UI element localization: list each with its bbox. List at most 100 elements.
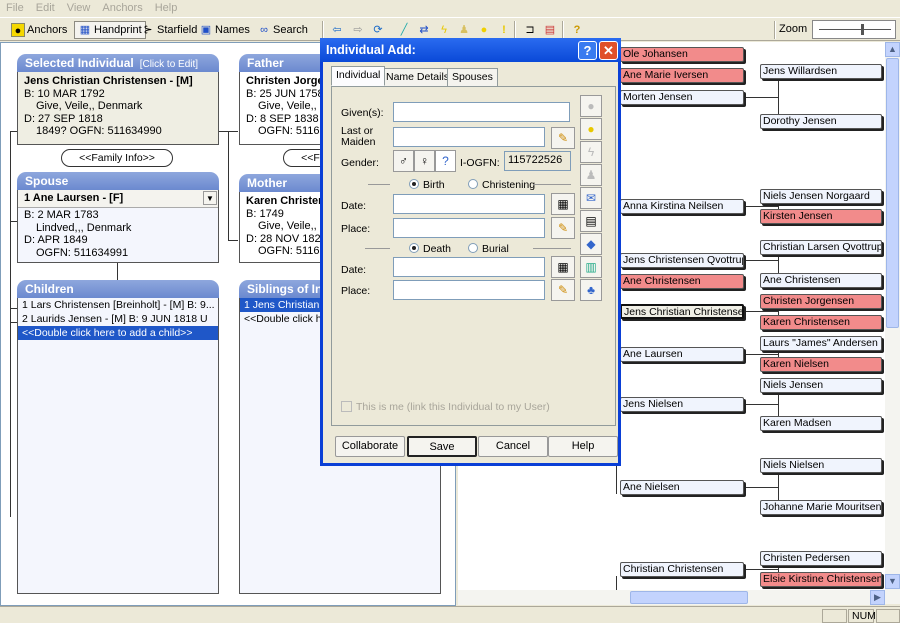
vertical-scrollbar[interactable]: ▲ ▼ [885,42,900,604]
tab-spouses[interactable]: Spouses [447,68,498,86]
dialog-help-icon[interactable]: ? [578,41,597,60]
tree-node[interactable]: Ane Christensen [620,274,744,289]
back-button[interactable]: ⇦ [327,21,347,39]
scroll-up-button[interactable]: ▲ [885,42,900,57]
scroll-down-button[interactable]: ▼ [885,574,900,589]
gender-female-button[interactable]: ♀ [414,150,435,172]
tree-node[interactable]: Karen Christensen [760,315,882,330]
tree-node[interactable]: Jens Christensen Qvottrup [620,253,744,268]
chevron-down-icon[interactable]: ▼ [203,191,217,205]
tree-node[interactable]: Christen Jorgensen [760,294,882,309]
last-name-input[interactable] [393,127,545,147]
given-names-input[interactable] [393,102,570,122]
tree-node[interactable]: Christian Christensen [620,562,744,577]
tab-name-details[interactable]: Name Details [381,68,455,86]
add-child-row[interactable]: <<Double click here to add a child>> [18,326,218,340]
calculator-button[interactable]: ▤ [580,210,602,232]
tree-node[interactable]: Karen Madsen [760,416,882,431]
zoom-slider[interactable] [812,20,896,39]
couple-button[interactable]: ♟ [580,164,602,186]
dialog-help-button[interactable]: Help [548,436,618,457]
tree-node[interactable]: Ane Christensen [760,273,882,288]
tree-node[interactable]: Christen Pedersen [760,551,882,566]
tree-node[interactable]: Jens Willardsen [760,64,882,79]
tree-node[interactable]: Anna Kirstina Neilsen [620,199,744,214]
death-date-calendar-button[interactable]: ▦ [551,256,575,278]
tree-node[interactable]: Karen Nielsen [760,357,882,372]
lightbulb-off-button[interactable]: ● [580,95,602,117]
notes-button[interactable]: ✉ [580,187,602,209]
child-row[interactable]: 1 Lars Christensen [Breinholt] - [M] B: … [18,298,218,312]
handprint-button[interactable]: ▦ Handprint [74,21,146,39]
family-button[interactable]: ♣ [580,279,602,301]
save-button[interactable]: Save [407,436,477,457]
birth-place-input[interactable] [393,218,545,238]
names-button[interactable]: ▣ Names [196,21,253,39]
lightning-button[interactable]: ϟ [434,21,454,39]
vertical-scroll-thumb[interactable] [886,58,899,328]
sources-button[interactable]: ◆ [580,233,602,255]
spouse-card[interactable]: Spouse 1 Ane Laursen - [F] ▼ B: 2 MAR 178… [17,172,219,263]
pedigree-button[interactable]: ⊐ [520,21,540,39]
swap-button[interactable]: ⇄ [414,21,434,39]
menu-anchors[interactable]: Anchors [96,0,148,16]
selected-individual-card[interactable]: Selected Individual [Click to Edit] Jens … [17,54,219,145]
alert-button[interactable]: ! [494,21,514,39]
zoom-slider-thumb[interactable] [861,24,864,35]
spouse-dropdown[interactable]: 1 Ane Laursen - [F] ▼ [18,190,218,208]
search-button[interactable]: ∞ Search [254,21,311,39]
lightbulb-search-button[interactable]: ● [580,118,602,140]
tree-node[interactable]: Ane Laursen [620,347,744,362]
menu-help[interactable]: Help [149,0,184,16]
tree-node[interactable]: Niels Jensen Norgaard [760,189,882,204]
tree-node[interactable]: Laurs "James" Andersen [760,336,882,351]
death-place-edit-button[interactable]: ✎ [551,279,575,301]
scroll-right-button[interactable]: ▶ [870,590,885,605]
death-place-input[interactable] [393,280,545,300]
tree-node[interactable]: Ane Marie Iversen [620,68,744,83]
menu-view[interactable]: View [61,0,97,16]
report-button[interactable]: ▤ [540,21,560,39]
birth-date-input[interactable] [393,194,545,214]
death-radio[interactable]: Death [409,243,451,255]
refresh-button[interactable]: ⟳ [368,21,388,39]
anchors-button[interactable]: ● Anchors [8,21,70,39]
tree-node[interactable]: Jens Nielsen [620,397,744,412]
tree-node[interactable]: Johanne Marie Mouritsen [760,500,882,515]
tree-node[interactable]: Jens Christian Christensen [620,304,744,319]
horizontal-scrollbar[interactable]: ▶ [458,590,885,605]
tab-individual[interactable]: Individual [331,66,386,86]
christening-radio[interactable]: Christening [468,179,535,191]
tree-node[interactable]: Niels Nielsen [760,458,882,473]
tree-node[interactable]: Dorothy Jensen [760,114,882,129]
burial-radio[interactable]: Burial [468,243,509,255]
bulb-button[interactable]: ● [474,21,494,39]
tree-node[interactable]: Elsie Kirstine Christensen [760,572,882,587]
tree-node[interactable]: Morten Jensen [620,90,744,105]
family-info-button[interactable]: <<Family Info>> [61,149,173,167]
death-date-input[interactable] [393,257,545,277]
line-tool-button[interactable]: ╱ [394,21,414,39]
menu-file[interactable]: File [0,0,30,16]
close-icon[interactable]: ✕ [599,41,618,60]
child-row[interactable]: 2 Laurids Jensen - [M] B: 9 JUN 1818 U [18,312,218,326]
birth-radio[interactable]: Birth [409,179,445,191]
edit-last-name-button[interactable]: ✎ [551,127,575,149]
click-to-edit-link[interactable]: [Click to Edit] [140,59,198,70]
this-is-me-checkbox[interactable]: This is me (link this Individual to my U… [341,401,550,413]
tree-node[interactable]: Ane Nielsen [620,480,744,495]
horizontal-scroll-thumb[interactable] [630,591,748,604]
help-button[interactable]: ? [567,21,587,39]
collaborate-button[interactable]: Collaborate [335,436,405,457]
tree-node[interactable]: Christian Larsen Qvottrup [760,240,882,255]
gender-male-button[interactable]: ♂ [393,150,414,172]
birth-date-calendar-button[interactable]: ▦ [551,193,575,215]
tree-node[interactable]: Ole Johansen [620,47,744,62]
cancel-button[interactable]: Cancel [478,436,548,457]
menu-edit[interactable]: Edit [30,0,61,16]
birth-place-edit-button[interactable]: ✎ [551,217,575,239]
tree-node[interactable]: Kirsten Jensen [760,209,882,224]
lightning-side-button[interactable]: ϟ [580,141,602,163]
gender-unknown-button[interactable]: ? [435,150,456,172]
forward-button[interactable]: ⇨ [348,21,368,39]
